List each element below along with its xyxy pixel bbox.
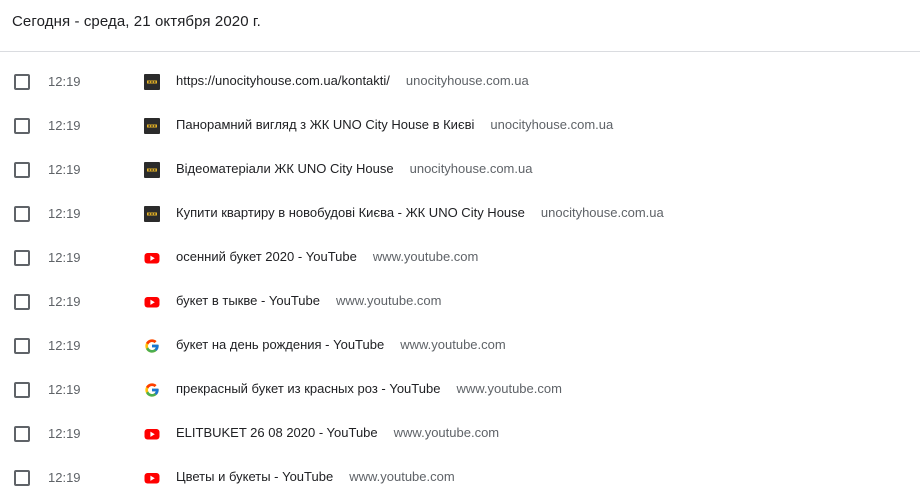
entry-title[interactable]: Панорамний вигляд з ЖК UNO City House в …: [176, 117, 474, 132]
entry-checkbox[interactable]: [14, 162, 30, 178]
entry-domain: www.youtube.com: [400, 337, 506, 352]
entry-domain: unocityhouse.com.ua: [409, 161, 533, 176]
entry-title[interactable]: букет на день рождения - YouTube: [176, 337, 384, 352]
entry-time: 12:19: [48, 426, 81, 441]
entry-time: 12:19: [48, 206, 81, 221]
entry-domain: www.youtube.com: [336, 293, 442, 308]
uno-city-house-favicon-icon: [144, 118, 160, 134]
entry-domain: unocityhouse.com.ua: [490, 117, 614, 132]
entry-time: 12:19: [48, 118, 81, 133]
history-entry-row[interactable]: 12:19 https://unocityhouse.com.ua/kontak…: [0, 60, 920, 104]
history-entry-row[interactable]: 12:19 осенний букет 2020 - YouTube www.yo…: [0, 236, 920, 280]
entry-domain: unocityhouse.com.ua: [540, 205, 664, 220]
uno-city-house-favicon-icon: [144, 206, 160, 222]
google-favicon-icon: [144, 382, 160, 398]
entry-checkbox[interactable]: [14, 338, 30, 354]
entry-time: 12:19: [48, 338, 81, 353]
entry-title[interactable]: https://unocityhouse.com.ua/kontakti/: [176, 73, 390, 88]
entry-domain: www.youtube.com: [372, 249, 479, 264]
entry-checkbox[interactable]: [14, 206, 30, 222]
history-entry-row[interactable]: 12:19 букет в тыкве - YouTube www.youtube…: [0, 280, 920, 324]
entry-link[interactable]: букет на день рождения - YouTube www.yout…: [176, 337, 506, 352]
entry-link[interactable]: Панорамний вигляд з ЖК UNO City House в …: [176, 117, 613, 132]
entry-title[interactable]: букет в тыкве - YouTube: [176, 293, 320, 308]
entry-domain: www.youtube.com: [349, 469, 455, 484]
entry-time: 12:19: [48, 294, 81, 309]
entry-link[interactable]: ELITBUKET 26 08 2020 - YouTube www.youtub…: [176, 425, 499, 440]
youtube-favicon-icon: [144, 426, 160, 442]
youtube-favicon-icon: [144, 294, 160, 310]
entry-title[interactable]: осенний букет 2020 - YouTube: [176, 249, 357, 264]
entry-checkbox[interactable]: [14, 118, 30, 134]
google-favicon-icon: [144, 338, 160, 354]
youtube-favicon-icon: [144, 470, 160, 486]
history-entry-row[interactable]: 12:19 ELITBUKET 26 08 2020 - YouTube www.…: [0, 412, 920, 456]
entry-checkbox[interactable]: [14, 294, 30, 310]
uno-city-house-favicon-icon: [144, 162, 160, 178]
uno-city-house-favicon-icon: [144, 74, 160, 90]
entry-link[interactable]: осенний букет 2020 - YouTube www.youtube.…: [176, 249, 478, 264]
entry-title[interactable]: Відеоматеріали ЖК UNO City House: [176, 161, 394, 176]
header-divider: [0, 51, 920, 52]
entry-link[interactable]: https://unocityhouse.com.ua/kontakti/uno…: [176, 73, 529, 88]
entry-time: 12:19: [48, 162, 81, 177]
history-entry-row[interactable]: 12:19 Купити квартиру в новобудові Києва…: [0, 192, 920, 236]
entry-time: 12:19: [48, 74, 81, 89]
entry-link[interactable]: Купити квартиру в новобудові Києва - ЖК …: [176, 205, 664, 220]
history-entry-list: 12:19 https://unocityhouse.com.ua/kontak…: [0, 60, 920, 490]
youtube-favicon-icon: [144, 250, 160, 266]
history-entry-row[interactable]: 12:19 прекрасный букет из красных роз - …: [0, 368, 920, 412]
entry-domain: unocityhouse.com.ua: [405, 73, 529, 88]
entry-time: 12:19: [48, 382, 81, 397]
entry-checkbox[interactable]: [14, 74, 30, 90]
entry-time: 12:19: [48, 470, 81, 485]
entry-link[interactable]: Відеоматеріали ЖК UNO City House unocityh…: [176, 161, 532, 176]
history-card: Сегодня - среда, 21 октября 2020 г. 12:1…: [0, 0, 920, 490]
entry-title[interactable]: прекрасный букет из красных роз - YouTub…: [176, 381, 440, 396]
entry-title[interactable]: ELITBUKET 26 08 2020 - YouTube: [176, 425, 378, 440]
history-day-header: Сегодня - среда, 21 октября 2020 г.: [12, 13, 261, 30]
entry-title[interactable]: Купити квартиру в новобудові Києва - ЖК …: [176, 205, 525, 220]
entry-link[interactable]: прекрасный букет из красных роз - YouTub…: [176, 381, 562, 396]
entry-link[interactable]: Цветы и букеты - YouTube www.youtube.com: [176, 469, 455, 484]
entry-checkbox[interactable]: [14, 470, 30, 486]
entry-domain: www.youtube.com: [456, 381, 562, 396]
entry-link[interactable]: букет в тыкве - YouTube www.youtube.com: [176, 293, 442, 308]
history-entry-row[interactable]: 12:19 Цветы и букеты - YouTube www.youtub…: [0, 456, 920, 490]
entry-checkbox[interactable]: [14, 426, 30, 442]
entry-checkbox[interactable]: [14, 382, 30, 398]
history-entry-row[interactable]: 12:19 Відеоматеріали ЖК UNO City House un…: [0, 148, 920, 192]
entry-time: 12:19: [48, 250, 81, 265]
history-entry-row[interactable]: 12:19 букет на день рождения - YouTube ww…: [0, 324, 920, 368]
entry-checkbox[interactable]: [14, 250, 30, 266]
entry-title[interactable]: Цветы и букеты - YouTube: [176, 469, 333, 484]
history-entry-row[interactable]: 12:19 Панорамний вигляд з ЖК UNO City Ho…: [0, 104, 920, 148]
entry-domain: www.youtube.com: [393, 425, 500, 440]
